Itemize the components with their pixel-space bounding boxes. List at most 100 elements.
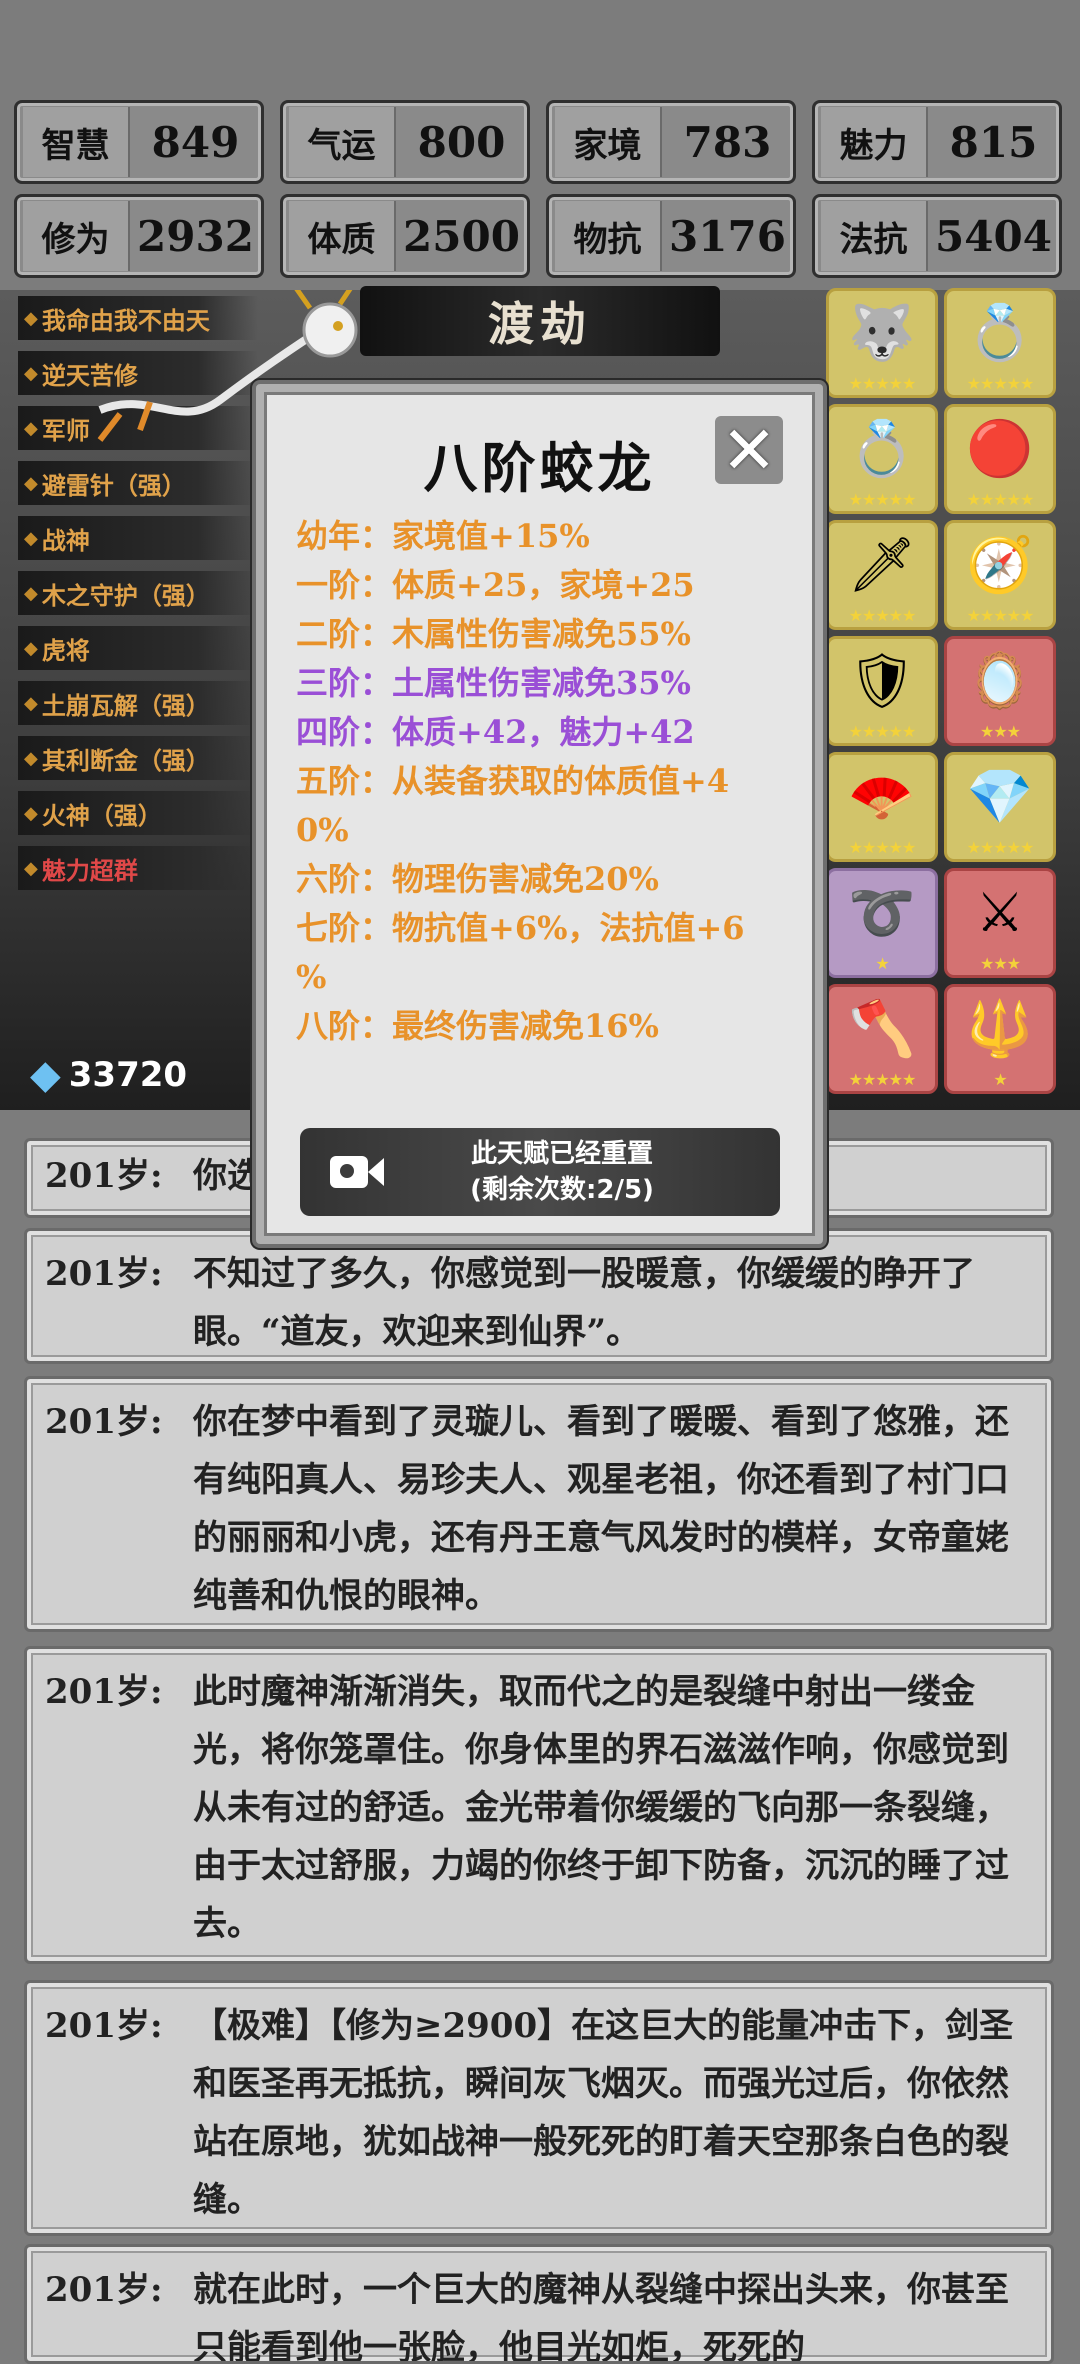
sword-icon: ⚔ [975,881,1025,944]
stat-value: 5404 [935,211,1052,261]
talent-label: 虎将 [41,635,90,665]
stat-value: 815 [949,117,1038,167]
stage-line: 一阶：体质+25，家境+25 [296,566,695,604]
star-rating: ★★★★★ [848,1070,917,1089]
crystal-icon: 💎 [966,765,1034,828]
stage-line: 六阶：物理伤害减免20% [296,860,659,898]
equipment-slot[interactable]: 🪓 ★★★★★ [826,984,938,1094]
log-text: 你在梦中看到了灵璇儿、看到了暖暖、看到了悠雅，还有纯阳真人、易珍夫人、观星老祖，… [193,1402,1009,1616]
ring-icon: 💍 [966,301,1034,364]
talent-item[interactable]: ◆ 土崩瓦解（强） [18,681,258,725]
equipment-slot[interactable]: ➰ ★ [826,868,938,978]
log-age: 201岁: [45,1156,163,1196]
talent-item[interactable]: ◆ 虎将 [18,626,258,670]
equipment-slot[interactable]: 🛡 ★★★★★ [826,636,938,746]
diamond-icon: ◆ [24,527,38,549]
stat-value: 3176 [669,211,786,261]
log-entry: 201岁: 【极难】【修为≥2900】在这巨大的能量冲击下，剑圣和医圣再无抵抗，瞬… [24,1980,1054,2236]
talent-label: 木之守护（强） [41,580,210,610]
talent-item[interactable]: ◆ 战神 [18,516,258,560]
diamond-icon: ◆ [24,307,38,329]
stat-label: 气运 [289,107,396,177]
video-camera-icon [330,1152,384,1192]
reset-line-1: 此天赋已经重置 [470,1139,653,1169]
star-rating: ★★★ [979,954,1021,973]
stat-label: 体质 [289,201,396,271]
stat-label: 魅力 [821,107,928,177]
armor-icon: 🛡 [847,649,917,712]
star-rating: ★★★★★ [848,838,917,857]
close-button[interactable]: ✕ [715,412,783,489]
diamond-icon: ◆ [24,637,38,659]
equipment-slot[interactable]: 🔱 ★ [944,984,1056,1094]
talent-label: 避雷针（强） [41,470,186,500]
crystal-counter: ◆ 33720 [30,1052,187,1098]
stat-value: 2932 [137,211,254,261]
log-age: 201岁: [45,1254,163,1294]
stat-label: 修为 [23,201,130,271]
log-text: 此时魔神渐渐消失，取而代之的是裂缝中射出一缕金光，将你笼罩住。你身体里的界石滋滋… [193,1672,1009,1944]
close-icon: ✕ [721,411,777,489]
stat-label: 智慧 [23,107,130,177]
talent-item[interactable]: ◆ 木之守护（强） [18,571,258,615]
star-rating: ★★★★★ [966,838,1035,857]
stat-label: 法抗 [821,201,928,271]
beast-icon: 🐺 [848,301,916,364]
log-age: 201岁: [45,1672,163,1712]
stat-magic-resist: 法抗 5404 [812,194,1062,278]
equipment-slot[interactable]: ⚔ ★★★ [944,868,1056,978]
equipment-slot[interactable]: 🪭 ★★★★★ [826,752,938,862]
stat-label: 物抗 [555,201,662,271]
star-rating: ★★★★★ [848,374,917,393]
diamond-icon: ◆ [24,802,38,824]
diamond-icon: ◆ [24,582,38,604]
log-entry: 201岁: 就在此时，一个巨大的魔神从裂缝中探出头来，你甚至只能看到他一张脸，他目… [24,2244,1054,2364]
talent-detail-modal: 八阶蛟龙 ✕ 幼年：家境值+15% 一阶：体质+25，家境+25 二阶：木属性伤… [252,380,827,1248]
talent-item[interactable]: ◆ 其利断金（强） [18,736,258,780]
equipment-slot[interactable]: 🗡 ★★★★★ [826,520,938,630]
stage-line: 七阶：物抗值+6%，法抗值+6 [296,909,745,947]
diamond-icon: ◆ [24,417,38,439]
star-rating: ★★★★★ [848,606,917,625]
stage-line: 五阶：从装备获取的体质值+4 [296,762,730,800]
talent-item[interactable]: ◆ 避雷针（强） [18,461,258,505]
log-entry: 201岁: 你在梦中看到了灵璇儿、看到了暖暖、看到了悠雅，还有纯阳真人、易珍夫人、… [24,1376,1054,1632]
stat-wisdom: 智慧 849 [14,100,264,184]
equipment-slot[interactable]: 🪞 ★★★ [944,636,1056,746]
stat-physique: 体质 2500 [280,194,530,278]
equipment-slot[interactable]: 🧭 ★★★★★ [944,520,1056,630]
talent-label: 土崩瓦解（强） [41,690,210,720]
star-rating: ★★★★★ [848,722,917,741]
reset-talent-button[interactable]: 此天赋已经重置 (剩余次数:2/5) [300,1128,780,1216]
log-text: 【极难】【修为≥2900】在这巨大的能量冲击下，剑圣和医圣再无抵抗，瞬间灰飞烟灭… [193,2006,1014,2220]
log-text: 不知过了多久，你感觉到一股暖意，你缓缓的睁开了眼。“道友，欢迎来到仙界”。 [193,1254,975,1352]
star-rating: ★★★★★ [966,490,1035,509]
star-rating: ★ [875,954,889,973]
equipment-slot[interactable]: 🐺 ★★★★★ [826,288,938,398]
talent-item[interactable]: ◆ 魅力超群 [18,846,258,890]
talent-item[interactable]: ◆ 火神（强） [18,791,258,835]
star-rating: ★ [993,1070,1007,1089]
stat-family: 家境 783 [546,100,796,184]
log-entry: 201岁: 不知过了多久，你感觉到一股暖意，你缓缓的睁开了眼。“道友，欢迎来到仙界… [24,1228,1054,1364]
talent-label: 火神（强） [41,800,162,830]
stage-line: 幼年：家境值+15% [296,517,590,555]
diamond-icon: ◆ [24,692,38,714]
dujie-button[interactable]: 渡劫 [360,286,720,356]
stat-value: 2500 [403,211,520,261]
equipment-slot[interactable]: 💍 ★★★★★ [826,404,938,514]
log-entry: 201岁: 此时魔神渐渐消失，取而代之的是裂缝中射出一缕金光，将你笼罩住。你身体里… [24,1646,1054,1964]
stat-label: 家境 [555,107,662,177]
equipment-slot[interactable]: 🔴 ★★★★★ [944,404,1056,514]
stat-value: 800 [417,117,506,167]
talent-label: 军师 [41,415,90,445]
equipment-slot[interactable]: 💎 ★★★★★ [944,752,1056,862]
talent-label: 魅力超群 [41,855,138,885]
stage-line: 八阶：最终伤害减免16% [296,1007,659,1045]
spear-icon: 🔱 [966,997,1034,1060]
equipment-slot[interactable]: 💍 ★★★★★ [944,288,1056,398]
stage-line: 二阶：木属性伤害减免55% [296,615,691,653]
stage-line: % [296,958,327,996]
stage-list: 幼年：家境值+15% 一阶：体质+25，家境+25 二阶：木属性伤害减免55% … [296,512,796,1051]
star-rating: ★★★★★ [966,606,1035,625]
